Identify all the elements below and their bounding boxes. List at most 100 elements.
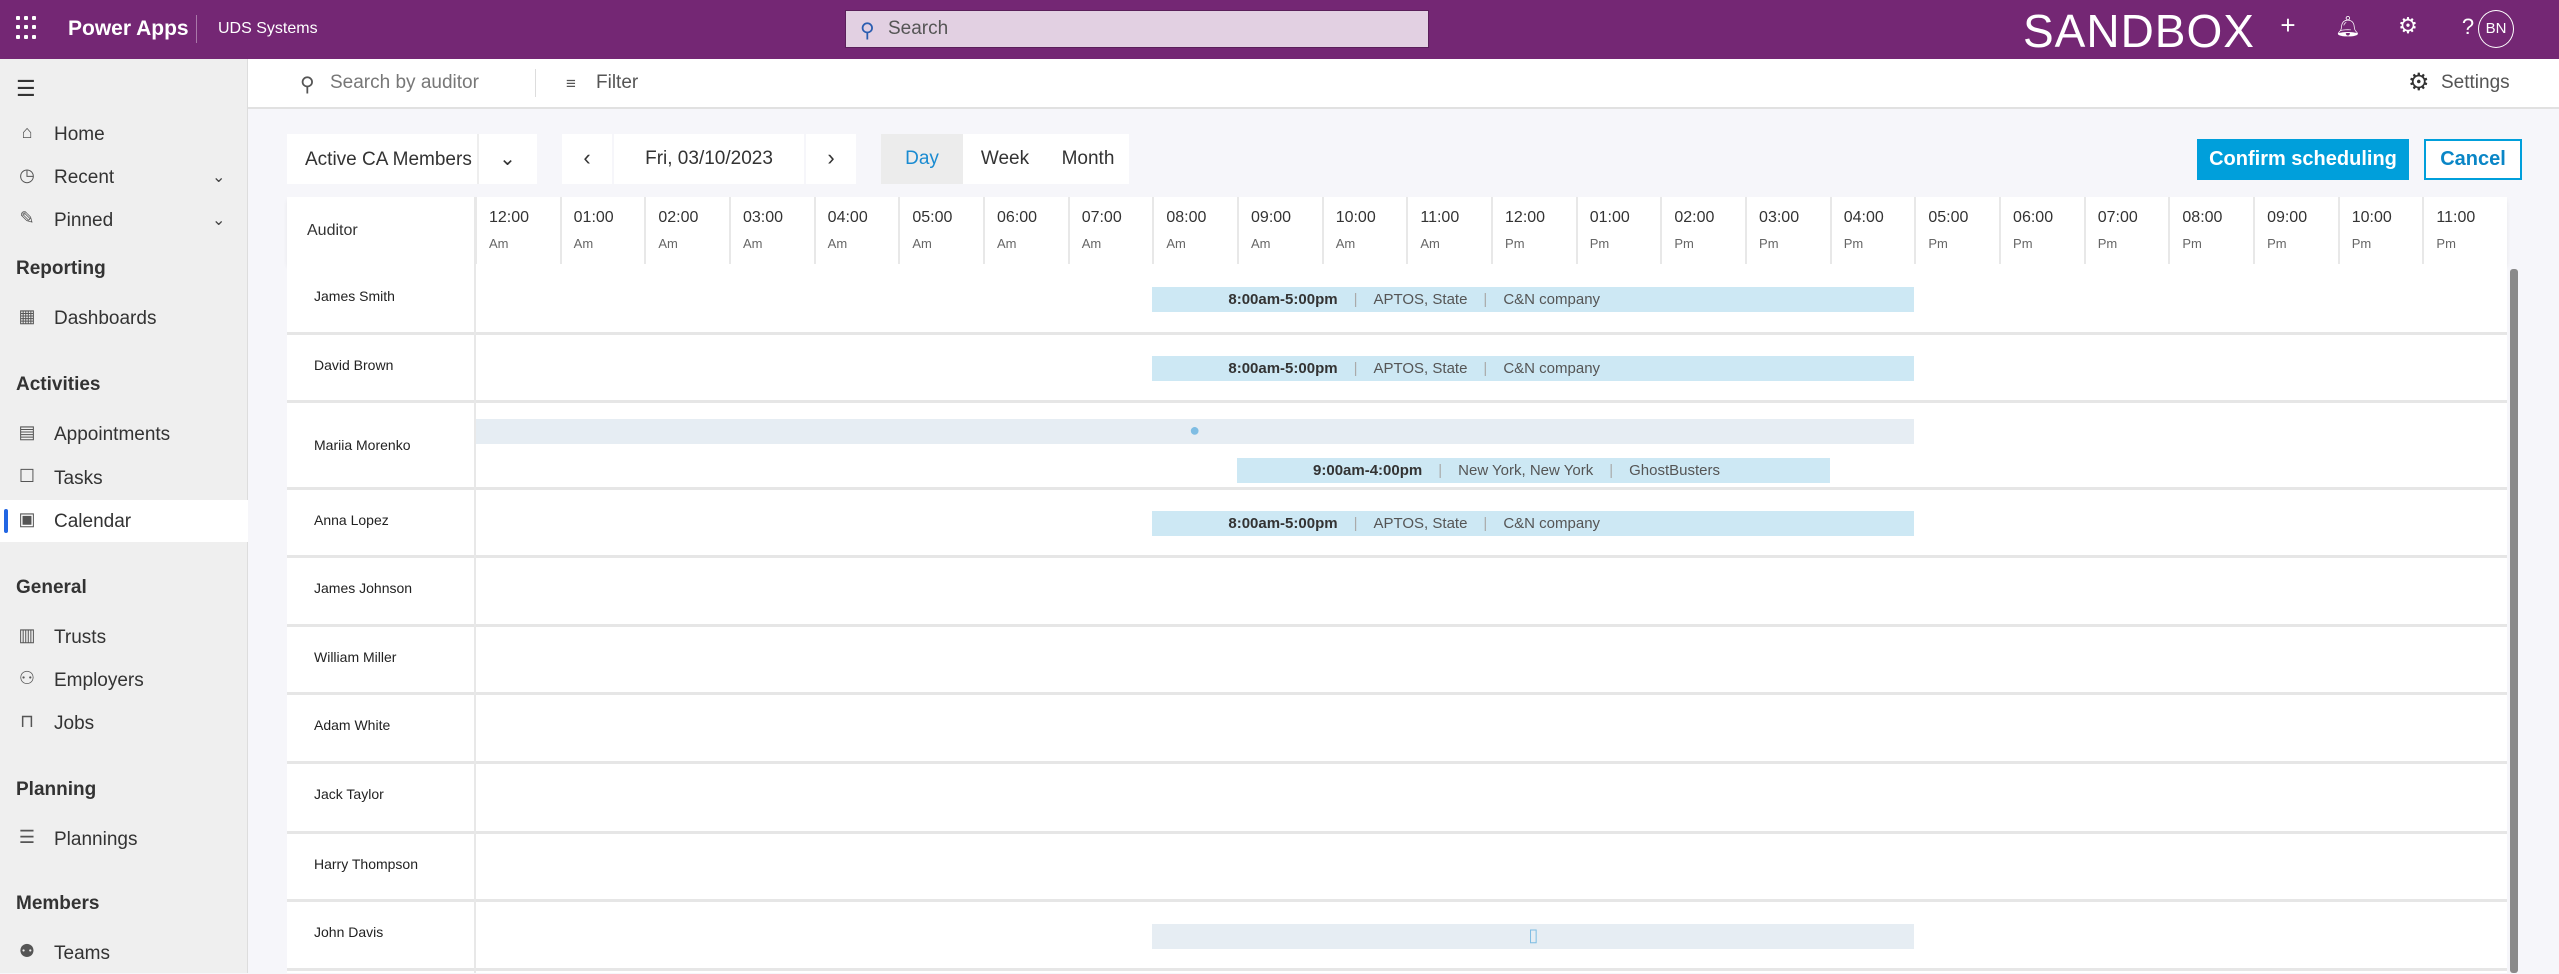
am-pm-label: Pm: [1844, 236, 1915, 251]
filter-button[interactable]: Filter: [596, 72, 638, 94]
hour-label: 09:00: [2267, 209, 2338, 227]
cancel-button[interactable]: Cancel: [2424, 139, 2522, 180]
sidebar-item-calendar[interactable]: ▣ Calendar: [0, 500, 248, 542]
sidebar-item-home[interactable]: ⌂Home: [0, 113, 248, 155]
auditor-name: Harry Thompson: [314, 856, 418, 872]
am-pm-label: Pm: [1505, 236, 1576, 251]
trusts-icon: ▥: [16, 625, 38, 646]
plannings-icon: ☰: [16, 827, 38, 848]
group-select-value: Active CA Members: [305, 149, 472, 171]
sidebar-item-tasks[interactable]: ☐Tasks: [0, 457, 248, 499]
am-pm-label: Pm: [1590, 236, 1661, 251]
confirm-scheduling-button[interactable]: Confirm scheduling: [2197, 139, 2409, 180]
tab-day[interactable]: Day: [881, 134, 963, 184]
calendar-icon: ▣: [16, 509, 38, 530]
am-pm-label: Pm: [2098, 236, 2169, 251]
event-bar[interactable]: 8:00am-5:00pm|APTOS, State|C&N company: [1152, 356, 1914, 381]
sidebar-section-reporting: Reporting: [0, 248, 248, 290]
hour-column-header: 02:00Am: [644, 197, 729, 264]
vertical-scrollbar[interactable]: [2510, 269, 2518, 973]
person-icon: ●: [1189, 420, 1200, 441]
hour-column-header: 08:00 Am: [1152, 197, 1237, 264]
hour-label: 04:00: [1844, 209, 1915, 227]
gear-icon[interactable]: ⚙: [2390, 13, 2426, 39]
auditor-name: John Davis: [314, 924, 383, 940]
auditor-search-input[interactable]: Search by auditor: [330, 72, 479, 94]
chevron-down-icon[interactable]: ⌄: [212, 210, 225, 230]
pinned-icon: ✎: [16, 208, 38, 229]
sidebar-item-label: Calendar: [54, 511, 131, 533]
am-pm-label: Am: [828, 236, 899, 251]
sidebar-item-plannings[interactable]: ☰Plannings: [0, 818, 248, 860]
hour-label: 05:00: [1928, 209, 1999, 227]
hour-column-header: 08:00Pm: [2168, 197, 2253, 264]
availability-block[interactable]: ▯: [1152, 924, 1914, 949]
sidebar-item-appointments[interactable]: ▤Appointments: [0, 413, 248, 455]
separator: |: [1354, 360, 1358, 377]
settings-gear-icon: ⚙: [2408, 68, 2430, 97]
sidebar-item-employers[interactable]: ⚇ Employers: [0, 659, 248, 701]
availability-block[interactable]: ●: [475, 419, 1914, 444]
section-label: Reporting: [16, 258, 106, 280]
am-pm-label: Am: [1251, 236, 1322, 251]
auditor-column-header: Auditor: [307, 222, 358, 240]
am-pm-label: Am: [1166, 236, 1237, 251]
employers-icon: ⚇: [16, 668, 38, 689]
sidebar-item-jobs[interactable]: ⊓Jobs: [0, 702, 248, 744]
hour-label: 12:00: [1505, 209, 1576, 227]
separator: |: [1354, 291, 1358, 308]
sidebar-item-trusts[interactable]: ▥Trusts: [0, 616, 248, 658]
settings-button[interactable]: Settings: [2441, 72, 2510, 94]
grid-header: Auditor 12:00Am01:00Am02:00Am03:00Am04:0…: [287, 197, 2507, 264]
am-pm-label: Pm: [2267, 236, 2338, 251]
am-pm-label: Am: [1336, 236, 1407, 251]
hour-label: 11:00: [2436, 209, 2507, 227]
event-bar[interactable]: 9:00am-4:00pm|New York, New York|GhostBu…: [1237, 458, 1830, 483]
app-name[interactable]: Power Apps: [68, 17, 189, 41]
event-bar[interactable]: 8:00am-5:00pm|APTOS, State|C&N company: [1152, 287, 1914, 312]
divider: [474, 197, 476, 973]
auditor-name: James Smith: [314, 288, 395, 304]
hour-column-header: 09:00Am: [1237, 197, 1322, 264]
table-row: Harry Thompson: [287, 834, 2507, 902]
chevron-down-icon[interactable]: ⌄: [212, 167, 225, 187]
sidebar-section-activities: Activities: [0, 364, 248, 406]
event-time: 9:00am-4:00pm: [1313, 462, 1422, 479]
tab-month[interactable]: Month: [1047, 134, 1129, 184]
bell-icon[interactable]: 🔔︎: [2330, 14, 2366, 39]
event-location: APTOS, State: [1373, 291, 1467, 308]
sidebar-item-teams[interactable]: ⚉Teams: [0, 932, 248, 974]
building-person-icon: ▯: [1528, 925, 1538, 946]
hamburger-icon[interactable]: ☰: [16, 76, 36, 102]
next-day-button[interactable]: ›: [806, 134, 856, 184]
sidebar-item-recent[interactable]: ◷Recent⌄: [0, 156, 248, 198]
global-search-input[interactable]: ⚲Search: [845, 10, 1429, 48]
am-pm-label: Pm: [1759, 236, 1830, 251]
sidebar-item-dashboards[interactable]: ▦Dashboards: [0, 297, 248, 339]
sidebar-item-label: Teams: [54, 943, 110, 965]
event-company: C&N company: [1503, 291, 1600, 308]
separator: |: [1483, 360, 1487, 377]
hour-label: 02:00: [1674, 209, 1745, 227]
table-row: James Smith8:00am-5:00pm|APTOS, State|C&…: [287, 266, 2507, 335]
search-icon: ⚲: [860, 18, 875, 43]
tab-week[interactable]: Week: [963, 134, 1047, 184]
schedule-grid: James Smith 8:00am-5:00pm|APTOS, State|C&…: [287, 264, 2507, 973]
am-pm-label: Am: [912, 236, 983, 251]
command-bar: ⚲ Search by auditor ≡ Filter ⚙ Settings: [248, 59, 2559, 109]
hour-label: 08:00: [1166, 209, 1237, 227]
sidebar-item-label: Employers: [54, 670, 144, 692]
avatar[interactable]: BN: [2478, 10, 2514, 48]
event-bar[interactable]: 8:00am-5:00pm|APTOS, State|C&N company: [1152, 511, 1914, 536]
chevron-down-icon[interactable]: ⌄: [478, 134, 537, 184]
dashboards-icon: ▦: [16, 306, 38, 327]
previous-day-button[interactable]: ‹: [562, 134, 612, 184]
plus-icon[interactable]: +: [2270, 10, 2306, 41]
hour-column-header: 03:00Am: [729, 197, 814, 264]
date-display[interactable]: Fri, 03/10/2023: [614, 134, 804, 184]
event-location: APTOS, State: [1373, 360, 1467, 377]
hour-column-header: 05:00Am: [898, 197, 983, 264]
sidebar-item-pinned[interactable]: ✎Pinned⌄: [0, 199, 248, 241]
waffle-icon[interactable]: [16, 16, 40, 40]
hour-label: 01:00: [574, 209, 645, 227]
